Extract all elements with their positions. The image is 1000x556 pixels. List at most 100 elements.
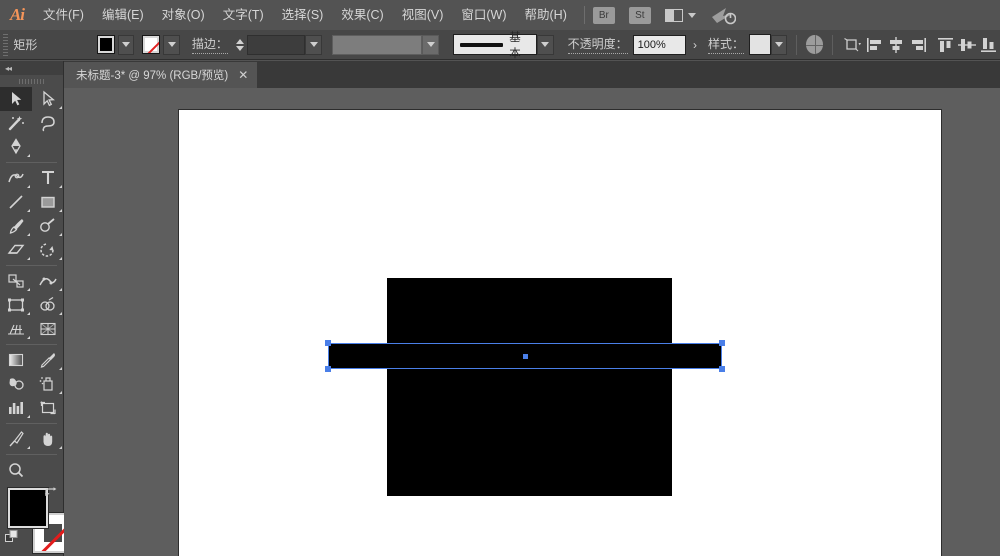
- align-vertical-center-icon[interactable]: [957, 34, 979, 56]
- shaper-tool[interactable]: [32, 214, 64, 238]
- tool-group-indicator-icon: [59, 209, 62, 212]
- brush-definition-dropdown[interactable]: [537, 34, 554, 55]
- stroke-swatch-dropdown[interactable]: [163, 34, 180, 55]
- stroke-weight-stepper[interactable]: [234, 34, 247, 56]
- fill-swatch-dropdown[interactable]: [117, 34, 135, 55]
- control-bar-grip[interactable]: [3, 33, 9, 56]
- selection-center-point: [522, 353, 528, 359]
- close-icon[interactable]: ✕: [238, 68, 248, 82]
- width-tool[interactable]: [32, 269, 64, 293]
- align-right-icon[interactable]: [907, 34, 929, 56]
- pen-tool[interactable]: [0, 135, 32, 159]
- hand-icon: [38, 430, 58, 448]
- menu-edit[interactable]: 编辑(E): [93, 0, 153, 30]
- free-transform-tool[interactable]: [0, 293, 32, 317]
- brush-definition-label: 基本: [509, 31, 521, 60]
- zoom-tool[interactable]: [0, 458, 32, 482]
- type-T-icon: [38, 169, 58, 187]
- graphic-style-dropdown[interactable]: [770, 34, 788, 55]
- opacity-input[interactable]: 100%: [632, 34, 686, 55]
- lasso-icon: [38, 114, 58, 132]
- gradient-icon: [6, 351, 26, 369]
- align-horizontal-center-icon[interactable]: [886, 34, 908, 56]
- stock-button[interactable]: St: [628, 6, 651, 24]
- slice-tool[interactable]: [0, 427, 32, 451]
- fill-color-swatch[interactable]: [96, 35, 115, 54]
- tool-group-indicator-icon: [27, 288, 30, 291]
- magic-wand-icon: [6, 114, 26, 132]
- blend-tool[interactable]: [0, 372, 32, 396]
- fill-color-indicator[interactable]: [7, 487, 49, 529]
- document-tab[interactable]: 未标题-3* @ 97% (RGB/预览) ✕: [64, 62, 258, 88]
- menu-help[interactable]: 帮助(H): [516, 0, 576, 30]
- rotate-tool[interactable]: [32, 238, 64, 262]
- menu-effect[interactable]: 效果(C): [332, 0, 392, 30]
- stroke-color-swatch[interactable]: [142, 35, 161, 54]
- type-tool[interactable]: [32, 166, 64, 190]
- selection-handle[interactable]: [719, 340, 725, 346]
- rectangle-tool[interactable]: [32, 190, 64, 214]
- align-bottom-icon[interactable]: [978, 34, 1000, 56]
- canvas-area[interactable]: [64, 88, 1000, 556]
- tool-group-indicator-icon: [59, 233, 62, 236]
- tool-group-indicator-icon: [59, 288, 62, 291]
- brush-definition-box[interactable]: 基本: [452, 32, 538, 60]
- scale-tool[interactable]: [0, 269, 32, 293]
- arrange-documents-icon[interactable]: [664, 8, 696, 22]
- stroke-weight-dropdown[interactable]: [305, 34, 322, 55]
- stroke-weight-input[interactable]: [246, 34, 306, 55]
- recolor-artwork-icon[interactable]: [806, 35, 824, 54]
- line-segment-tool[interactable]: [0, 190, 32, 214]
- stroke-profile-input[interactable]: [331, 34, 423, 55]
- shape-builder-tool[interactable]: [32, 293, 64, 317]
- menu-select[interactable]: 选择(S): [273, 0, 333, 30]
- chevron-down-icon: [775, 42, 784, 47]
- align-left-icon[interactable]: [864, 34, 886, 56]
- default-fill-stroke-icon[interactable]: [5, 530, 19, 544]
- lasso-tool[interactable]: [32, 111, 64, 135]
- chevron-down-icon: [121, 42, 130, 47]
- direct-selection-tool[interactable]: [32, 87, 64, 111]
- menu-object[interactable]: 对象(O): [153, 0, 214, 30]
- swap-fill-stroke-icon[interactable]: [44, 486, 58, 498]
- selection-handle[interactable]: [325, 366, 331, 372]
- chevron-down-icon: [167, 42, 176, 47]
- tools-panel-header[interactable]: ◂◂: [0, 61, 63, 75]
- menu-view[interactable]: 视图(V): [393, 0, 453, 30]
- eraser-tool[interactable]: [0, 238, 32, 262]
- column-graph-tool[interactable]: [0, 396, 32, 420]
- transform-icon[interactable]: [842, 34, 864, 56]
- gradient-tool[interactable]: [0, 348, 32, 372]
- mesh-tool[interactable]: [32, 317, 64, 341]
- bridge-button[interactable]: Br: [592, 6, 615, 24]
- menu-bar: Ai 文件(F) 编辑(E) 对象(O) 文字(T) 选择(S) 效果(C) 视图(V) 窗口…: [0, 0, 1000, 30]
- magic-wand-tool[interactable]: [0, 111, 32, 135]
- align-top-icon[interactable]: [935, 34, 957, 56]
- chevron-down-icon: [426, 42, 435, 47]
- black-square-shape[interactable]: [387, 278, 672, 496]
- symbol-sprayer-tool[interactable]: [32, 372, 64, 396]
- artboard-tool[interactable]: [32, 396, 64, 420]
- collapse-panel-icon[interactable]: ◂◂: [5, 64, 12, 73]
- graphic-style-swatch[interactable]: [749, 34, 771, 55]
- selection-handle[interactable]: [325, 340, 331, 346]
- tools-panel-grip[interactable]: [0, 75, 63, 87]
- opacity-expand-button[interactable]: ›: [693, 38, 697, 52]
- perspective-grid-tool[interactable]: [0, 317, 32, 341]
- tools-divider: [6, 454, 57, 455]
- menu-window[interactable]: 窗口(W): [452, 0, 515, 30]
- creative-cloud-icon[interactable]: [710, 4, 737, 26]
- hand-tool[interactable]: [32, 427, 64, 451]
- selection-handle[interactable]: [719, 366, 725, 372]
- menu-file[interactable]: 文件(F): [34, 0, 93, 30]
- selection-tool[interactable]: [0, 87, 32, 111]
- menu-type[interactable]: 文字(T): [214, 0, 273, 30]
- opacity-label: 不透明度：: [567, 35, 628, 54]
- curvature-tool[interactable]: [0, 166, 32, 190]
- paintbrush-tool[interactable]: [0, 214, 32, 238]
- eyedropper-tool[interactable]: [32, 348, 64, 372]
- tools-panel: ◂◂: [0, 61, 74, 556]
- stroke-weight-label: 描边：: [191, 35, 228, 54]
- stroke-profile-dropdown[interactable]: [422, 34, 439, 55]
- line-icon: [6, 193, 26, 211]
